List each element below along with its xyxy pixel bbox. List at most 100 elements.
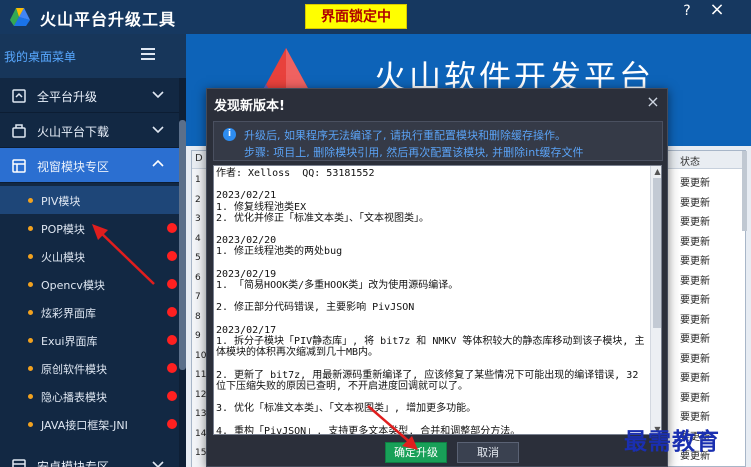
table-row-status: 要更新: [680, 295, 710, 306]
sidebar-item-label: 炫彩界面库: [41, 307, 96, 320]
table-row-status: 要更新: [680, 353, 710, 365]
table-row-status: 要更新: [680, 236, 710, 248]
table-row-number: 13: [195, 409, 207, 419]
table-row-number: 12: [195, 389, 207, 400]
bullet-dot: [28, 366, 33, 371]
table-scrollbar[interactable]: [742, 151, 747, 231]
sidebar-item-exui[interactable]: Exui界面库: [0, 326, 180, 354]
sidebar-item-label: POP模块: [41, 223, 85, 236]
notice-line-2: 步骤: 项目上, 删除模块引用, 然后再次配置该模块, 并删除int缓存文件: [244, 146, 584, 159]
app-logo-icon: [10, 8, 30, 26]
table-row-number: 9: [195, 331, 201, 341]
column-header-id[interactable]: D: [195, 153, 203, 164]
watermark: 最需教育: [624, 428, 720, 455]
bullet-dot: [28, 422, 33, 427]
android-module-icon: [12, 459, 26, 467]
sidebar-scrollbar-thumb[interactable]: [179, 120, 186, 370]
table-row-status: 要更新: [680, 178, 710, 189]
table-row-status: 要更新: [680, 314, 710, 326]
changelog-scrollbar[interactable]: ▲ ▼: [650, 166, 661, 434]
table-row-number: 1: [195, 175, 201, 185]
sidebar-group-download[interactable]: 火山平台下载: [0, 113, 180, 148]
table-row-number: 15: [195, 448, 207, 458]
table-row-status: 要更新: [680, 412, 710, 423]
update-badge: [167, 419, 177, 429]
lock-status-badge: 界面锁定中: [305, 4, 407, 29]
chevron-down-icon: [152, 91, 164, 99]
window-module-icon: [12, 159, 26, 173]
table-row-number: 8: [195, 311, 201, 322]
sidebar-item-label: 火山模块: [41, 251, 85, 264]
dialog-close-icon[interactable]: ×: [643, 92, 663, 112]
table-row-status: 要更新: [680, 256, 710, 267]
sidebar-item-label: 隐心播表模块: [41, 391, 107, 404]
sidebar-header: 我的桌面菜单: [0, 34, 186, 78]
column-header-status[interactable]: 状态: [680, 153, 700, 168]
sidebar-group-window-modules[interactable]: 视窗模块专区: [0, 148, 180, 183]
sidebar-item-label: 原创软件模块: [41, 363, 107, 376]
table-row-number: 7: [195, 292, 201, 302]
sidebar-item-original-software[interactable]: 原创软件模块: [0, 354, 180, 382]
sidebar-group-all-upgrade[interactable]: 全平台升级: [0, 78, 180, 113]
update-badge: [167, 279, 177, 289]
table-row-number: 14: [195, 428, 207, 439]
bullet-dot: [28, 310, 33, 315]
table-row-number: 2: [195, 194, 201, 205]
download-icon: [12, 124, 26, 138]
sidebar-group-label: 安卓模块专区: [37, 460, 110, 467]
title-bar: 火山平台升级工具 界面锁定中 ? ×: [0, 0, 751, 34]
upgrade-icon: [12, 89, 26, 103]
help-icon[interactable]: ?: [674, 0, 700, 28]
annotation-arrow-2: [367, 405, 418, 450]
sidebar-item-piv[interactable]: PIV模块: [0, 186, 180, 214]
table-row-number: 5: [195, 253, 201, 263]
notice-line-1: 升级后, 如果程序无法编译了, 请执行重配置模块和删除缓存操作。: [244, 129, 566, 142]
chevron-up-icon: [152, 159, 164, 167]
update-badge: [167, 335, 177, 345]
new-version-dialog: 发现新版本! × i 升级后, 如果程序无法编译了, 请执行重配置模块和删除缓存…: [206, 88, 668, 467]
table-row-status: 要更新: [680, 275, 710, 287]
bullet-dot: [28, 254, 33, 259]
sidebar-scrollbar[interactable]: [179, 78, 186, 467]
changelog-scrollbar-thumb[interactable]: [653, 178, 661, 328]
scroll-up-icon[interactable]: ▲: [651, 166, 661, 178]
chevron-down-icon: [152, 461, 164, 467]
sidebar-item-yinxin[interactable]: 隐心播表模块: [0, 382, 180, 410]
sidebar-item-label: Exui界面库: [41, 335, 98, 348]
bullet-dot: [28, 198, 33, 203]
update-badge: [167, 363, 177, 373]
sidebar-group-android-modules[interactable]: 安卓模块专区: [0, 448, 180, 467]
table-row-number: 4: [195, 233, 201, 244]
annotation-arrow-1: [92, 224, 155, 285]
bullet-dot: [28, 394, 33, 399]
upgrade-notice: i 升级后, 如果程序无法编译了, 请执行重配置模块和删除缓存操作。 步骤: 项…: [213, 121, 663, 161]
changelog-box[interactable]: 作者: Xelloss QQ: 53181552 2023/02/21 1. 修…: [213, 165, 662, 435]
menu-toggle-icon[interactable]: [141, 48, 155, 60]
bullet-dot: [28, 226, 33, 231]
table-row-number: 6: [195, 272, 201, 283]
changelog-text: 作者: Xelloss QQ: 53181552 2023/02/21 1. 修…: [216, 168, 645, 435]
close-window-icon[interactable]: ×: [704, 0, 730, 28]
table-row-number: 3: [195, 214, 201, 224]
info-icon: i: [223, 128, 236, 141]
table-row-status: 要更新: [680, 373, 710, 384]
chevron-down-icon: [152, 126, 164, 134]
sidebar-item-label: PIV模块: [41, 195, 81, 208]
app-title: 火山平台升级工具: [40, 10, 177, 29]
sidebar-item-xuancai[interactable]: 炫彩界面库: [0, 298, 180, 326]
cancel-button[interactable]: 取消: [457, 442, 519, 463]
bullet-dot: [28, 282, 33, 287]
bullet-dot: [28, 338, 33, 343]
table-row-number: 10: [195, 350, 207, 361]
sidebar-header-label: 我的桌面菜单: [4, 50, 77, 64]
update-badge: [167, 307, 177, 317]
dialog-title: 发现新版本!: [214, 99, 285, 114]
sidebar-group-label: 视窗模块专区: [37, 160, 110, 174]
table-row-status: 要更新: [680, 217, 710, 228]
sidebar-group-label: 全平台升级: [37, 90, 98, 104]
sidebar-item-java-jni[interactable]: JAVA接口框架-JNI: [0, 410, 180, 438]
table-row-status: 要更新: [680, 392, 710, 404]
table-row-status: 要更新: [680, 197, 710, 209]
sidebar-item-label: JAVA接口框架-JNI: [41, 419, 128, 432]
table-row-number: 11: [195, 370, 207, 380]
